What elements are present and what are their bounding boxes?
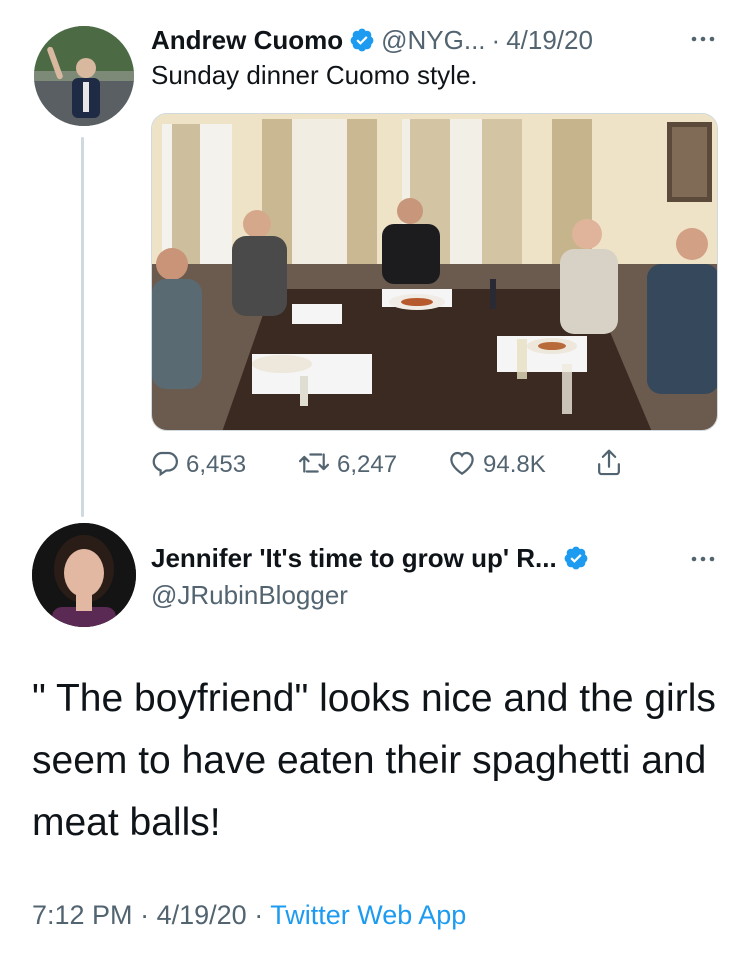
separator-dot: · <box>254 900 264 930</box>
thread-line <box>81 137 84 517</box>
reply-button[interactable]: 6,453 <box>150 447 246 483</box>
tweet-text: " The boyfriend" looks nice and the girl… <box>32 677 716 844</box>
heart-icon <box>447 448 477 483</box>
dinner-photo-image <box>152 114 717 430</box>
separator-dot: · <box>491 24 501 55</box>
verified-badge-icon <box>349 27 375 53</box>
author-handle[interactable]: @NYG... <box>381 25 485 56</box>
avatar-photo <box>34 26 134 126</box>
separator-dot: · <box>140 900 150 930</box>
author-name[interactable]: Andrew Cuomo <box>151 25 343 56</box>
like-count: 94.8K <box>483 451 546 478</box>
retweet-count: 6,247 <box>337 451 398 478</box>
tweet-header: Jennifer 'It's time to grow up' R... <box>151 539 595 577</box>
retweet-icon <box>297 448 331 483</box>
retweet-button[interactable]: 6,247 <box>297 447 397 483</box>
tweet-header: Andrew Cuomo @NYG... · 4/19/20 <box>151 21 593 59</box>
tweet-date[interactable]: 4/19/20 <box>157 900 247 930</box>
reply-icon <box>150 448 180 483</box>
share-icon <box>594 447 624 484</box>
more-icon[interactable] <box>686 546 720 572</box>
verified-badge-icon <box>563 545 589 571</box>
author-handle[interactable]: @JRubinBlogger <box>151 580 348 611</box>
author-name[interactable]: Jennifer 'It's time to grow up' R... <box>151 543 557 574</box>
tweet-text: Sunday dinner Cuomo style. <box>151 60 478 90</box>
avatar-photo <box>32 523 136 627</box>
avatar[interactable] <box>32 523 136 627</box>
reply-count: 6,453 <box>186 451 247 478</box>
tweet-meta: 7:12 PM · 4/19/20 · Twitter Web App <box>32 900 466 931</box>
like-button[interactable]: 94.8K <box>447 447 546 483</box>
tweet-date[interactable]: 4/19/20 <box>506 25 593 56</box>
tweet-photo[interactable] <box>151 113 718 431</box>
source-app-link[interactable]: Twitter Web App <box>270 900 466 930</box>
avatar[interactable] <box>34 26 134 126</box>
more-icon[interactable] <box>686 26 720 52</box>
share-button[interactable] <box>594 447 624 483</box>
tweet-time[interactable]: 7:12 PM <box>32 900 133 930</box>
